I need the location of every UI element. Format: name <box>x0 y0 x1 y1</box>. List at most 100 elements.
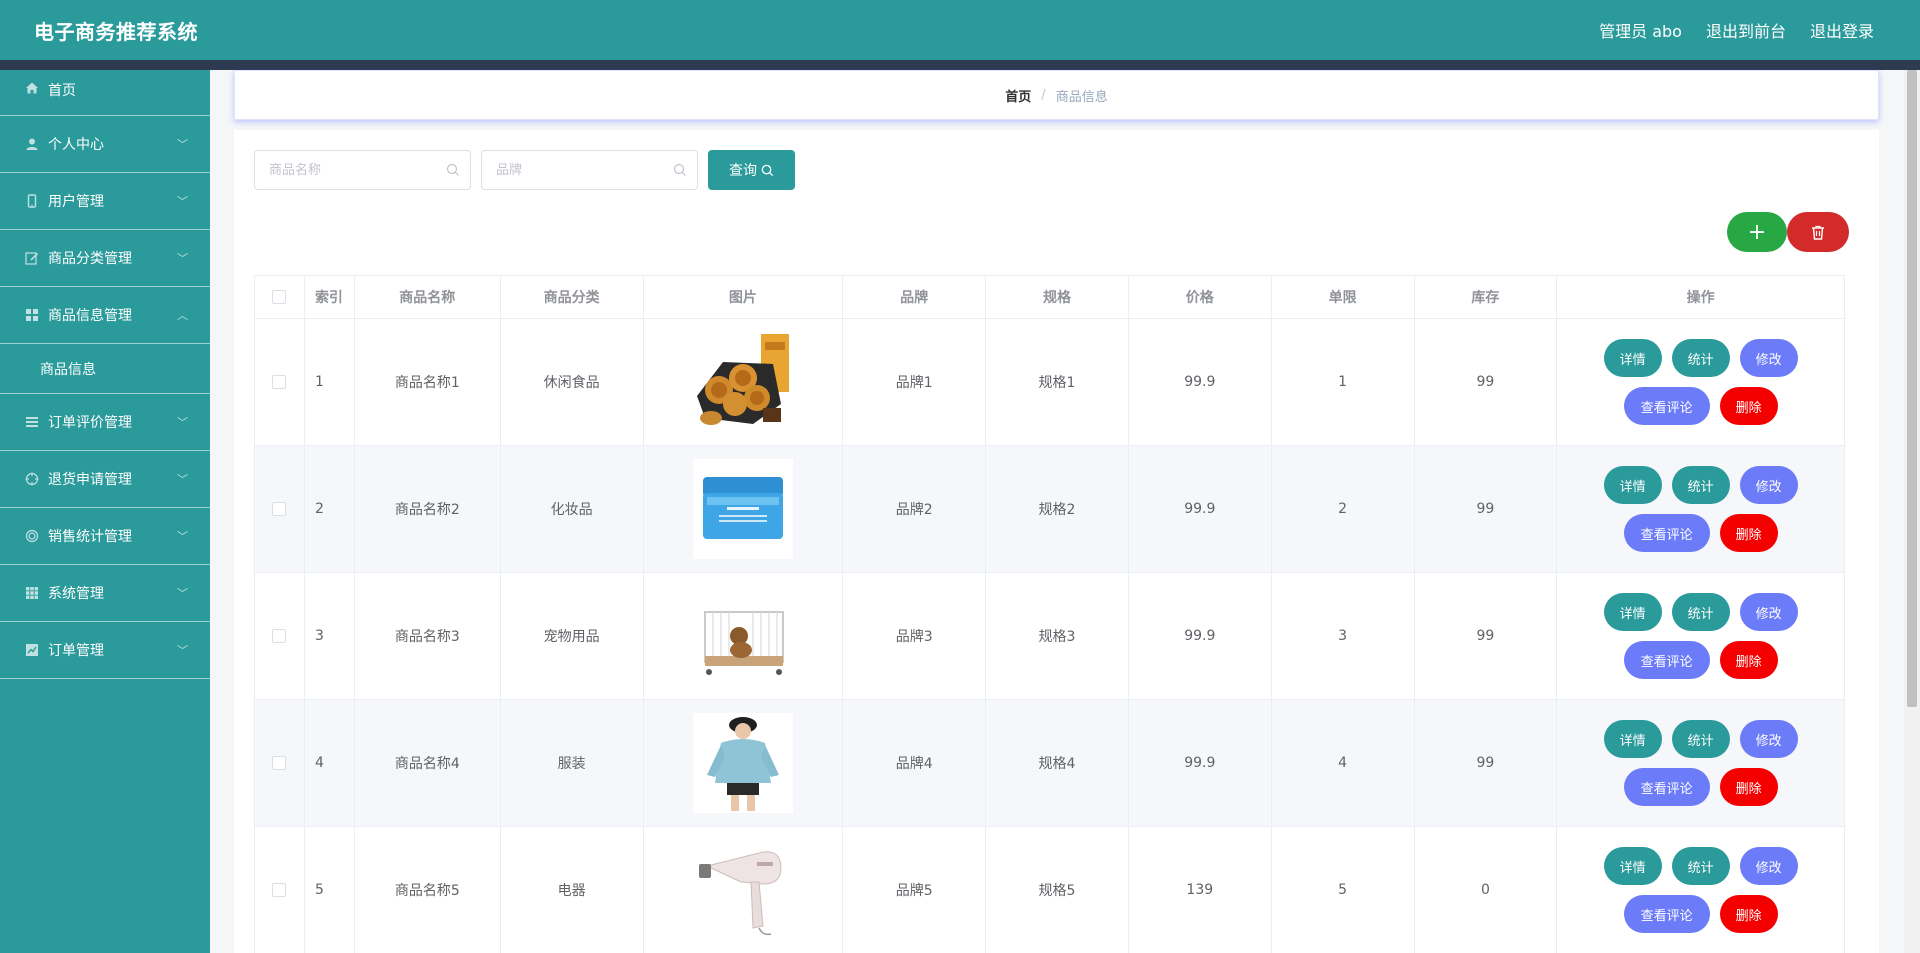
header-name: 商品名称 <box>355 276 501 318</box>
edit-button[interactable]: 修改 <box>1739 847 1798 885</box>
brand-input[interactable] <box>482 151 697 189</box>
edit-button[interactable]: 修改 <box>1739 593 1798 631</box>
sidebar-item-system[interactable]: 系统管理 ﹀ <box>0 565 210 622</box>
product-name-input[interactable] <box>255 151 470 189</box>
table-row: 1 商品名称1 休闲食品 品牌1 规格1 99.9 1 99 详情 统计 修改 … <box>255 319 1844 446</box>
select-all-checkbox[interactable] <box>272 290 287 304</box>
detail-button[interactable]: 详情 <box>1603 339 1662 377</box>
sidebar-item-label: 订单管理 <box>48 643 104 659</box>
row-check-cell <box>255 446 305 572</box>
sidebar-subitem-product-info[interactable]: 商品信息 <box>0 344 210 394</box>
sidebar-item-profile[interactable]: 个人中心 ﹀ <box>0 116 210 173</box>
view-reviews-button[interactable]: 查看评论 <box>1623 768 1710 806</box>
header-stock: 库存 <box>1415 276 1558 318</box>
query-button[interactable]: 查询 <box>708 150 795 190</box>
detail-button[interactable]: 详情 <box>1603 466 1662 504</box>
chevron-up-icon: ︿ <box>177 309 188 322</box>
logout-link[interactable]: 退出登录 <box>1810 18 1874 42</box>
cell-ops: 详情 统计 修改 查看评论 删除 <box>1557 319 1844 445</box>
header-brand: 品牌 <box>843 276 987 318</box>
cell-category: 宠物用品 <box>501 573 644 699</box>
delete-button[interactable]: 删除 <box>1719 514 1778 552</box>
row-checkbox[interactable] <box>272 375 287 389</box>
stats-button[interactable]: 统计 <box>1671 466 1730 504</box>
detail-button[interactable]: 详情 <box>1603 847 1662 885</box>
sidebar-item-orders[interactable]: 订单管理 ﹀ <box>0 622 210 679</box>
cell-brand: 品牌2 <box>843 446 987 572</box>
ops-row-bottom: 查看评论 删除 <box>1623 387 1778 425</box>
sidebar-item-label: 商品分类管理 <box>48 251 132 267</box>
view-reviews-button[interactable]: 查看评论 <box>1623 641 1710 679</box>
stats-button[interactable]: 统计 <box>1671 720 1730 758</box>
row-check-cell <box>255 700 305 826</box>
add-button[interactable]: + <box>1727 212 1787 252</box>
edit-button[interactable]: 修改 <box>1739 339 1798 377</box>
sidebar-item-product-info[interactable]: 商品信息管理 ︿ <box>0 287 210 344</box>
top-header: 电子商务推荐系统 管理员 abo 退出到前台 退出登录 <box>0 0 1920 60</box>
delete-button[interactable]: 删除 <box>1719 641 1778 679</box>
cell-name: 商品名称5 <box>355 827 501 953</box>
sidebar-item-home[interactable]: 首页 <box>0 70 210 116</box>
delete-button[interactable]: 删除 <box>1719 387 1778 425</box>
cell-name: 商品名称3 <box>355 573 501 699</box>
chevron-down-icon: ﹀ <box>177 416 188 429</box>
sidebar-item-label: 首页 <box>48 83 76 99</box>
stats-button[interactable]: 统计 <box>1671 339 1730 377</box>
plus-icon: + <box>1747 219 1767 245</box>
header-ops: 操作 <box>1686 290 1715 306</box>
chevron-down-icon: ﹀ <box>177 252 188 265</box>
table-row: 4 商品名称4 服装 品牌4 规格4 99.9 4 99 详情 统计 修改 查看… <box>255 700 1844 827</box>
row-checkbox[interactable] <box>272 756 287 770</box>
cell-stock: 99 <box>1415 446 1558 572</box>
app-title: 电子商务推荐系统 <box>34 19 198 44</box>
stats-button[interactable]: 统计 <box>1671 847 1730 885</box>
sidebar-item-label: 商品信息管理 <box>48 308 132 324</box>
cell-name: 商品名称1 <box>355 319 501 445</box>
row-check-cell <box>255 319 305 445</box>
delete-button[interactable]: 删除 <box>1719 895 1778 933</box>
scrollbar-thumb[interactable] <box>1907 70 1917 707</box>
header-image: 图片 <box>644 276 844 318</box>
snack-image <box>692 332 793 432</box>
chart-icon <box>24 642 40 658</box>
sidebar-item-category[interactable]: 商品分类管理 ﹀ <box>0 230 210 287</box>
chevron-down-icon: ﹀ <box>177 587 188 600</box>
hoodie-image <box>692 713 793 813</box>
page-scrollbar[interactable] <box>1904 70 1920 953</box>
sidebar-item-label: 个人中心 <box>48 137 104 153</box>
cell-ops: 详情 统计 修改 查看评论 删除 <box>1557 446 1844 572</box>
table-row: 2 商品名称2 化妆品 品牌2 规格2 99.9 2 99 详情 统计 修改 查… <box>255 446 1844 573</box>
row-checkbox[interactable] <box>272 883 287 897</box>
sidebar-item-label: 用户管理 <box>48 194 104 210</box>
cosmetic-jar-image <box>692 459 793 559</box>
sidebar-item-users[interactable]: 用户管理 ﹀ <box>0 173 210 230</box>
stats-button[interactable]: 统计 <box>1671 593 1730 631</box>
cell-spec: 规格4 <box>986 700 1129 826</box>
exit-to-frontend-link[interactable]: 退出到前台 <box>1706 18 1786 42</box>
query-button-label: 查询 <box>729 163 757 179</box>
sidebar-item-returns[interactable]: 退货申请管理 ﹀ <box>0 451 210 508</box>
batch-delete-button[interactable] <box>1787 212 1849 252</box>
user-label[interactable]: 管理员 abo <box>1599 18 1682 42</box>
edit-button[interactable]: 修改 <box>1739 466 1798 504</box>
cell-name: 商品名称4 <box>355 700 501 826</box>
brand-field <box>481 150 698 190</box>
header-index: 索引 <box>305 276 355 318</box>
view-reviews-button[interactable]: 查看评论 <box>1623 514 1710 552</box>
cell-name: 商品名称2 <box>355 446 501 572</box>
cell-ops: 详情 统计 修改 查看评论 删除 <box>1557 573 1844 699</box>
row-checkbox[interactable] <box>272 502 287 516</box>
detail-button[interactable]: 详情 <box>1603 593 1662 631</box>
breadcrumb-home[interactable]: 首页 <box>1005 86 1031 105</box>
detail-button[interactable]: 详情 <box>1603 720 1662 758</box>
sidebar-item-sales-stats[interactable]: 销售统计管理 ﹀ <box>0 508 210 565</box>
sidebar-item-order-review[interactable]: 订单评价管理 ﹀ <box>0 394 210 451</box>
edit-button[interactable]: 修改 <box>1739 720 1798 758</box>
cell-index: 1 <box>305 319 355 445</box>
view-reviews-button[interactable]: 查看评论 <box>1623 895 1710 933</box>
ops-row-top: 详情 统计 修改 <box>1603 593 1798 631</box>
delete-button[interactable]: 删除 <box>1719 768 1778 806</box>
view-reviews-button[interactable]: 查看评论 <box>1623 387 1710 425</box>
row-checkbox[interactable] <box>272 629 287 643</box>
cell-index: 2 <box>305 446 355 572</box>
